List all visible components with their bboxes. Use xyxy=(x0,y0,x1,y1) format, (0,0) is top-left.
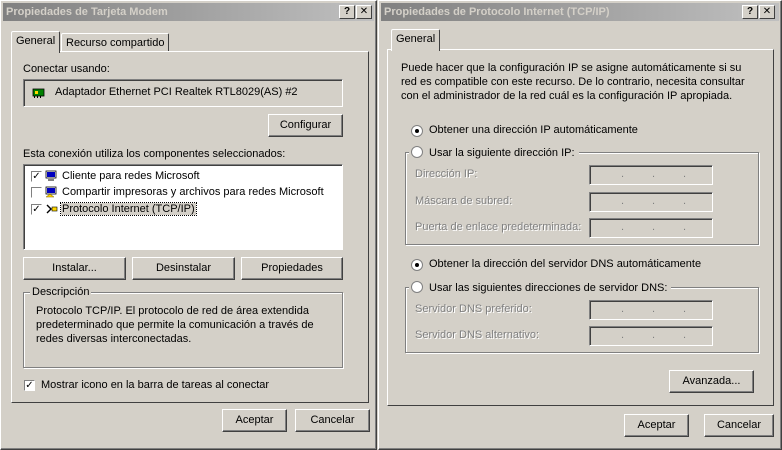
title-bar[interactable]: Propiedades de Tarjeta Modem ? ✕ xyxy=(3,3,374,21)
component-label[interactable]: Compartir impresoras y archivos para red… xyxy=(62,186,324,198)
components-label: Esta conexión utiliza los componentes se… xyxy=(23,148,286,160)
dns-preferred-field[interactable]: ... xyxy=(589,300,713,320)
tab-general[interactable]: General xyxy=(391,29,441,51)
description-line: Protocolo TCP/IP. El protocolo de red de… xyxy=(36,305,309,317)
help-button[interactable]: ? xyxy=(339,5,355,19)
ip-auto-radio[interactable] xyxy=(411,125,423,137)
subnet-mask-field[interactable]: ... xyxy=(589,192,713,212)
ip-auto-label[interactable]: Obtener una dirección IP automáticamente xyxy=(429,124,638,136)
modem-properties-dialog: Propiedades de Tarjeta Modem ? ✕ General… xyxy=(0,0,377,450)
dns-manual-legend: Usar las siguientes direcciones de servi… xyxy=(409,279,672,294)
adapter-box: Adaptador Ethernet PCI Realtek RTL8029(A… xyxy=(23,79,343,107)
cancel-button[interactable]: Cancelar xyxy=(295,409,370,432)
configure-button[interactable]: Configurar xyxy=(268,114,343,137)
dialog-title: Propiedades de Tarjeta Modem xyxy=(6,6,168,18)
properties-button[interactable]: Propiedades xyxy=(241,257,343,280)
dns-auto-label[interactable]: Obtener la dirección del servidor DNS au… xyxy=(429,258,701,270)
ip-manual-radio[interactable] xyxy=(411,146,423,158)
description-line: redes diversas interconectadas. xyxy=(36,333,192,345)
advanced-button[interactable]: Avanzada... xyxy=(669,370,754,393)
ip-manual-legend: Usar la siguiente dirección IP: xyxy=(409,144,579,159)
gateway-label: Puerta de enlace predeterminada: xyxy=(415,221,582,233)
close-button[interactable]: ✕ xyxy=(759,5,775,19)
uninstall-button[interactable]: Desinstalar xyxy=(132,257,235,280)
dns-preferred-label: Servidor DNS preferido: xyxy=(415,303,532,315)
connect-using-label: Conectar usando: xyxy=(23,63,110,75)
gateway-field[interactable]: ... xyxy=(589,218,713,238)
help-button[interactable]: ? xyxy=(742,5,758,19)
ip-address-field[interactable]: ... xyxy=(589,165,713,185)
cancel-button[interactable]: Cancelar xyxy=(704,414,774,437)
adapter-name: Adaptador Ethernet PCI Realtek RTL8029(A… xyxy=(55,86,298,98)
share-printer-icon xyxy=(45,186,57,198)
dns-auto-radio[interactable] xyxy=(411,259,423,271)
ok-button[interactable]: Aceptar xyxy=(222,409,287,432)
component-checkbox[interactable] xyxy=(31,187,42,198)
protocol-icon xyxy=(46,204,58,214)
title-bar[interactable]: Propiedades de Protocolo Internet (TCP/I… xyxy=(381,3,779,21)
close-button[interactable]: ✕ xyxy=(356,5,372,19)
dns-manual-radio[interactable] xyxy=(411,281,423,293)
dialog-title: Propiedades de Protocolo Internet (TCP/I… xyxy=(384,6,610,18)
computer-client-icon xyxy=(45,170,57,181)
component-label-selected[interactable]: Protocolo Internet (TCP/IP) xyxy=(60,202,197,216)
component-checkbox[interactable]: ✓ xyxy=(31,171,42,182)
subnet-mask-label: Máscara de subred: xyxy=(415,195,513,207)
dns-manual-label[interactable]: Usar las siguientes direcciones de servi… xyxy=(429,282,667,294)
intro-line: Puede hacer que la configuración IP se a… xyxy=(401,62,742,74)
tab-shared-resource[interactable]: Recurso compartido xyxy=(61,33,170,53)
component-checkbox[interactable]: ✓ xyxy=(31,204,42,215)
intro-line: con el administrador de la red cuál es l… xyxy=(401,90,733,102)
ip-address-label: Dirección IP: xyxy=(415,168,478,180)
tab-general[interactable]: General xyxy=(11,31,61,53)
tcpip-properties-dialog: Propiedades de Protocolo Internet (TCP/I… xyxy=(378,0,782,450)
description-line: predeterminado que permite la comunicaci… xyxy=(36,319,314,331)
show-icon-checkbox[interactable]: ✓ xyxy=(24,380,35,391)
network-card-icon xyxy=(32,88,45,98)
description-legend: Descripción xyxy=(30,286,92,298)
install-button[interactable]: Instalar... xyxy=(23,257,126,280)
dns-alternate-field[interactable]: ... xyxy=(589,326,713,346)
dns-alternate-label: Servidor DNS alternativo: xyxy=(415,329,540,341)
component-label[interactable]: Cliente para redes Microsoft xyxy=(62,170,200,182)
intro-line: red es compatible con este recurso. De l… xyxy=(401,76,745,88)
components-list[interactable]: ✓ Cliente para redes Microsoft Compartir… xyxy=(23,164,343,250)
ip-manual-label[interactable]: Usar la siguiente dirección IP: xyxy=(429,147,575,159)
ok-button[interactable]: Aceptar xyxy=(624,414,689,437)
show-icon-label[interactable]: Mostrar icono en la barra de tareas al c… xyxy=(41,379,269,391)
